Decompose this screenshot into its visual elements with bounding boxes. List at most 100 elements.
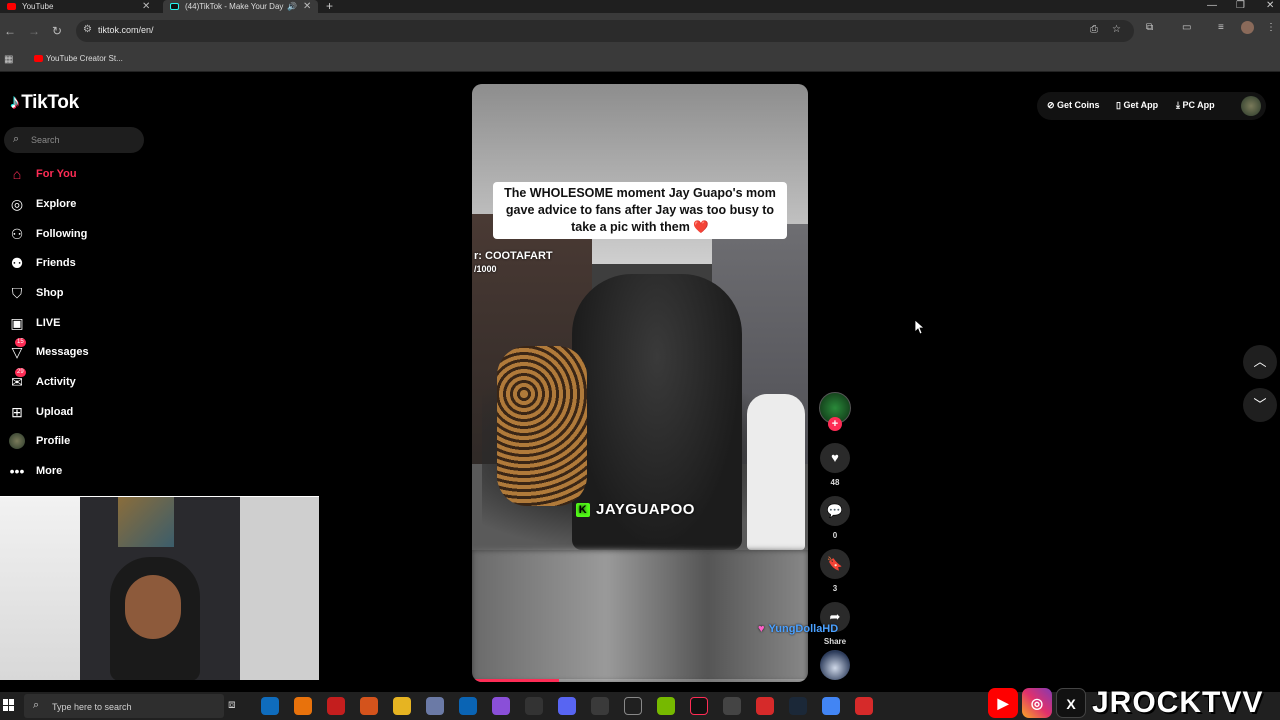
back-icon[interactable]: ← bbox=[4, 24, 16, 38]
app-orange-icon[interactable] bbox=[294, 697, 312, 715]
video-credit: r: COOTAFART /1000 bbox=[474, 250, 553, 276]
new-tab-icon[interactable]: + bbox=[326, 0, 333, 13]
nvidia-icon[interactable] bbox=[657, 697, 675, 715]
close-tab-icon[interactable]: ✕ bbox=[142, 0, 150, 13]
sidebar-item-for-you[interactable]: ⌂ For You bbox=[8, 164, 148, 186]
app-red-icon[interactable] bbox=[327, 697, 345, 715]
top-right-actions: ⊘ Get Coins ▯ Get App ⤓ PC App bbox=[1037, 92, 1266, 120]
outlook-icon[interactable] bbox=[459, 697, 477, 715]
creative-cloud-2-icon[interactable] bbox=[855, 697, 873, 715]
bookmark-star-icon[interactable]: ☆ bbox=[1112, 24, 1121, 35]
file-explorer-icon[interactable] bbox=[393, 697, 411, 715]
windows-start-icon[interactable] bbox=[3, 699, 15, 711]
app-circle-icon[interactable] bbox=[591, 697, 609, 715]
sidebar-item-live[interactable]: ▣ LIVE bbox=[8, 313, 148, 335]
url-text[interactable]: tiktok.com/en/ bbox=[98, 25, 154, 35]
comment-button[interactable]: 💬 0 bbox=[820, 496, 850, 540]
minimize-icon[interactable]: — bbox=[1207, 0, 1217, 11]
get-app-button[interactable]: ▯ Get App bbox=[1116, 100, 1158, 111]
video-progress-bar[interactable] bbox=[472, 679, 808, 682]
capcut-icon[interactable] bbox=[723, 697, 741, 715]
task-view-icon[interactable]: ⧈ bbox=[228, 697, 246, 715]
taskbar-search[interactable]: ⌕ Type here to search bbox=[24, 694, 224, 718]
tab-youtube[interactable]: YouTube ✕ bbox=[0, 0, 160, 13]
bookmark-label: YouTube Creator St... bbox=[46, 54, 123, 63]
credit-line-2: /1000 bbox=[474, 264, 497, 274]
close-window-icon[interactable]: ✕ bbox=[1266, 0, 1274, 11]
follow-plus-icon[interactable]: + bbox=[828, 417, 842, 431]
obs-icon[interactable] bbox=[624, 697, 642, 715]
tab-title: (44)TikTok - Make Your Day bbox=[185, 2, 284, 11]
forward-icon[interactable]: → bbox=[28, 24, 40, 38]
sidebar-item-shop[interactable]: ⛉ Shop bbox=[8, 283, 148, 305]
next-video-button[interactable]: ﹀ bbox=[1243, 388, 1277, 422]
creative-cloud-icon[interactable] bbox=[756, 697, 774, 715]
menu-kebab-icon[interactable]: ⋮ bbox=[1266, 22, 1276, 33]
tab-tiktok[interactable]: (44)TikTok - Make Your Day 🔊 ✕ bbox=[163, 0, 318, 13]
discord-icon[interactable] bbox=[558, 697, 576, 715]
close-tab-icon[interactable]: ✕ bbox=[303, 0, 311, 13]
epic-games-icon[interactable] bbox=[525, 697, 543, 715]
tiktok-logo[interactable]: ♪ TikTok bbox=[10, 92, 79, 114]
get-coins-button[interactable]: ⊘ Get Coins bbox=[1047, 100, 1100, 111]
sidebar-item-upload[interactable]: ⊞ Upload bbox=[8, 402, 148, 424]
get-app-label: Get App bbox=[1123, 100, 1159, 110]
sidebar-item-messages[interactable]: ▽ 15 Messages bbox=[8, 338, 148, 364]
watermark-text: JAYGUAPOO bbox=[596, 501, 695, 518]
sidebar-item-following[interactable]: ⚇ Following bbox=[8, 224, 148, 246]
copilot-icon[interactable] bbox=[492, 697, 510, 715]
sidebar-item-activity[interactable]: ✉ 29 Activity bbox=[8, 368, 148, 394]
user-avatar[interactable] bbox=[1241, 96, 1261, 116]
restore-icon[interactable]: ❐ bbox=[1236, 0, 1245, 11]
stream-chat-line: ♥ YungDollaHD bbox=[758, 623, 838, 635]
video-caption: The WHOLESOME moment Jay Guapo's mom gav… bbox=[493, 182, 787, 239]
chrome-icon[interactable] bbox=[822, 697, 840, 715]
edge-icon[interactable] bbox=[261, 697, 279, 715]
tiktok-favicon-icon bbox=[170, 3, 179, 10]
site-info-icon[interactable]: ⚙ bbox=[83, 24, 92, 35]
sidepanel-icon[interactable]: ▭ bbox=[1182, 22, 1191, 33]
webcam-poster bbox=[118, 497, 174, 547]
compass-icon: ◎ bbox=[10, 196, 24, 212]
get-coins-label: Get Coins bbox=[1057, 100, 1100, 110]
more-dots-icon: ••• bbox=[9, 463, 25, 479]
pc-app-button[interactable]: ⤓ PC App bbox=[1176, 100, 1215, 111]
reload-icon[interactable]: ↻ bbox=[52, 24, 62, 38]
like-button[interactable]: ♥ 48 bbox=[820, 443, 850, 487]
speaker-icon[interactable]: 🔊 bbox=[287, 0, 297, 13]
search-placeholder: Search bbox=[31, 135, 60, 145]
media-icon[interactable]: ≡ bbox=[1218, 22, 1224, 33]
sidebar-item-friends[interactable]: ⚉ Friends bbox=[8, 253, 148, 275]
chat-username: YungDollaHD bbox=[768, 623, 839, 635]
bookmark-youtube-creator[interactable]: YouTube Creator St... bbox=[34, 54, 123, 63]
apps-grid-icon[interactable]: ▦ bbox=[4, 54, 13, 65]
extensions-icon[interactable]: ⧉ bbox=[1146, 22, 1153, 33]
live-tv-icon: ▣ bbox=[10, 315, 24, 331]
omnibox[interactable]: ⚙ tiktok.com/en/ ⎙ ☆ bbox=[76, 20, 1134, 42]
browser-tab-bar: YouTube ✕ (44)TikTok - Make Your Day 🔊 ✕… bbox=[0, 0, 1280, 13]
shop-bag-icon: ⛉ bbox=[11, 285, 23, 301]
steam-icon[interactable] bbox=[789, 697, 807, 715]
sidebar-item-label: Shop bbox=[36, 287, 64, 299]
brave-icon[interactable] bbox=[360, 697, 378, 715]
video-leopard-bag bbox=[497, 346, 587, 506]
install-icon[interactable]: ⎙ bbox=[1090, 24, 1098, 35]
taskbar-search-placeholder: Type here to search bbox=[52, 702, 132, 712]
webcam-window-light bbox=[0, 497, 80, 680]
app-grey-icon[interactable] bbox=[426, 697, 444, 715]
share-label: Share bbox=[823, 637, 847, 646]
webcam-face bbox=[125, 575, 181, 639]
tiktok-app-icon[interactable] bbox=[690, 697, 708, 715]
sidebar-item-profile[interactable]: Profile bbox=[8, 431, 148, 453]
kick-watermark: K JAYGUAPOO bbox=[576, 501, 695, 518]
search-icon: ⌕ bbox=[33, 699, 40, 711]
search-input[interactable]: ⌕ Search bbox=[4, 127, 144, 153]
save-button[interactable]: 🔖 3 bbox=[820, 549, 850, 593]
music-disc-icon[interactable] bbox=[820, 650, 850, 680]
person-follow-icon: ⚇ bbox=[10, 226, 24, 242]
video-player[interactable]: The WHOLESOME moment Jay Guapo's mom gav… bbox=[472, 84, 808, 682]
sidebar-item-more[interactable]: ••• More bbox=[8, 461, 148, 483]
previous-video-button[interactable]: ︿ bbox=[1243, 345, 1277, 379]
sidebar-item-explore[interactable]: ◎ Explore bbox=[8, 194, 148, 216]
profile-avatar-icon[interactable] bbox=[1241, 21, 1254, 34]
